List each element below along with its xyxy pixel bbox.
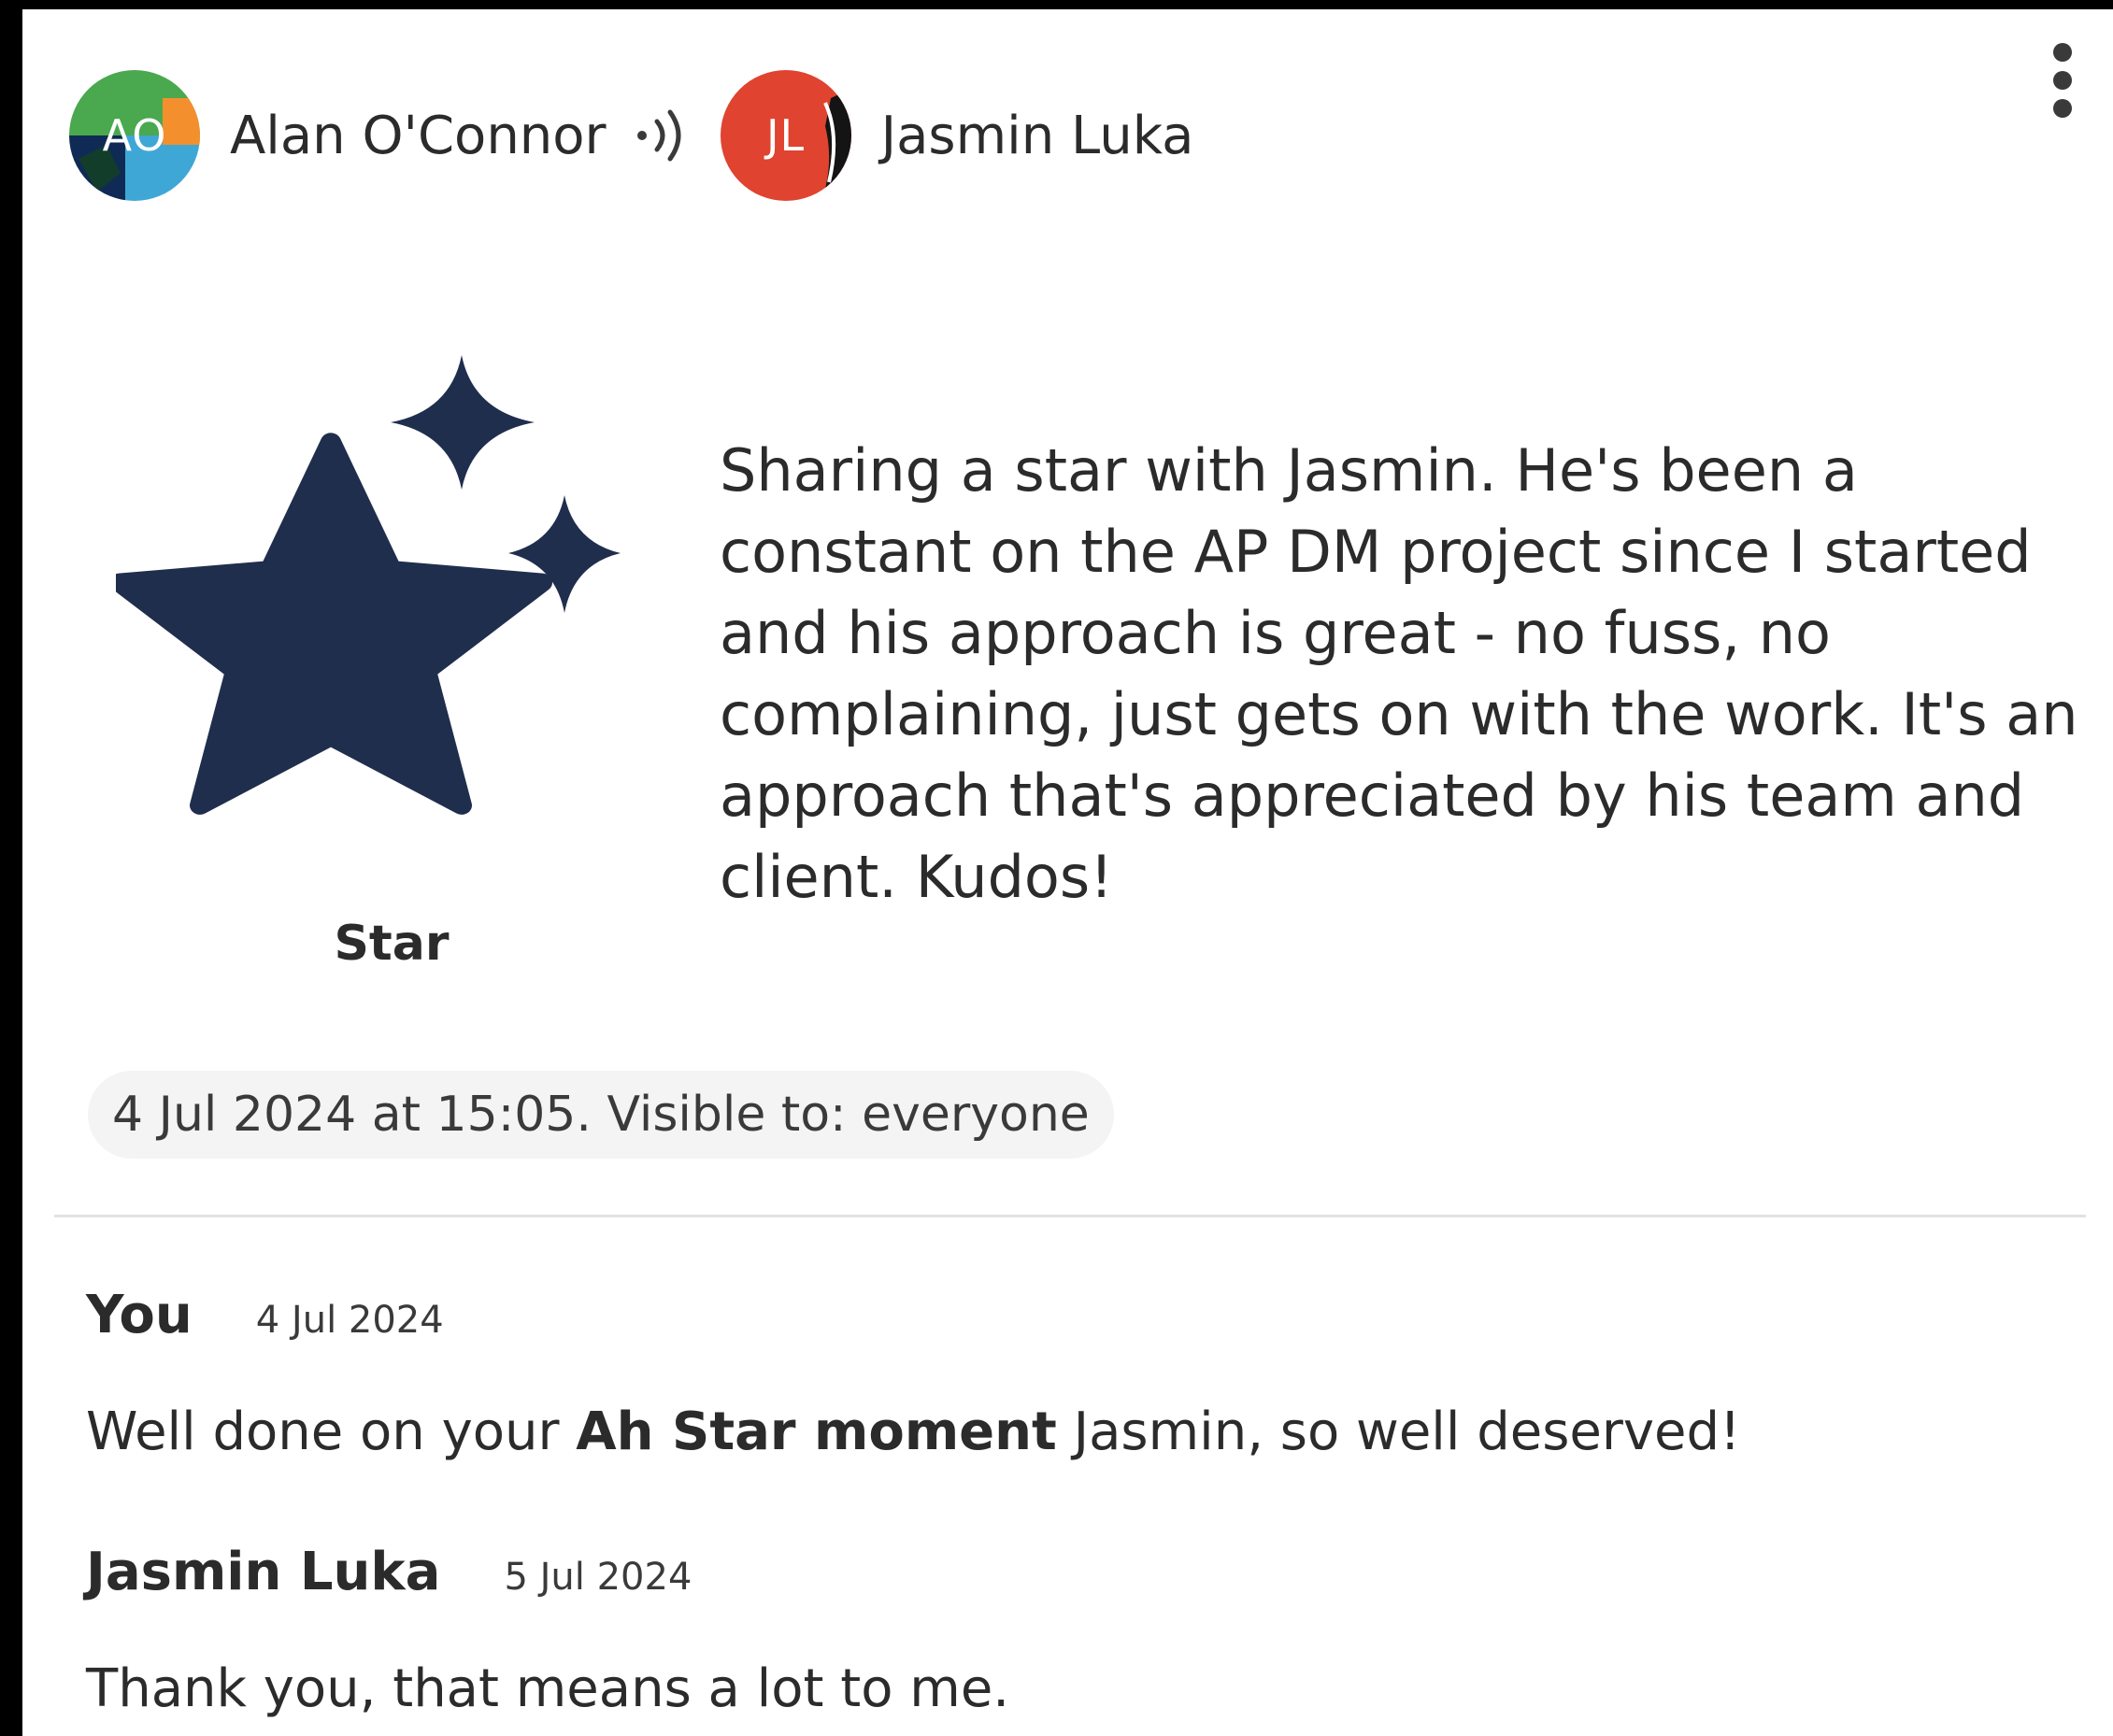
post-meta: 4 Jul 2024 at 15:05. Visible to: everyon… bbox=[88, 1071, 1114, 1159]
recognition-card: AO Alan O'Connor JL Jasmin Luka Star Sha… bbox=[22, 9, 2113, 1736]
comment-date: 4 Jul 2024 bbox=[255, 1299, 444, 1342]
sender-initials: AO bbox=[102, 110, 167, 161]
comment-header: Jasmin Luka 5 Jul 2024 bbox=[86, 1542, 692, 1602]
kebab-dot bbox=[2053, 99, 2072, 118]
badge-label: Star bbox=[334, 916, 450, 972]
sound-waves-icon bbox=[636, 109, 681, 162]
recipient-initials: JL bbox=[765, 110, 806, 161]
comment-text: Thank you, that means a lot to me. bbox=[86, 1658, 1010, 1719]
comment-text-part: Well done on your bbox=[86, 1402, 577, 1462]
comment-author[interactable]: You bbox=[86, 1285, 193, 1345]
sparkle-large bbox=[391, 355, 535, 490]
comment-header: You 4 Jul 2024 bbox=[86, 1285, 444, 1345]
big-star-shape bbox=[116, 433, 552, 815]
sender-name[interactable]: Alan O'Connor bbox=[230, 106, 607, 166]
star-sparkles-icon bbox=[116, 355, 621, 815]
comment-text-highlight: Ah Star moment bbox=[576, 1402, 1057, 1462]
recipient-avatar[interactable]: JL bbox=[720, 70, 851, 201]
kebab-dot bbox=[2053, 43, 2072, 62]
sender-avatar[interactable]: AO bbox=[69, 70, 200, 201]
comment-date: 5 Jul 2024 bbox=[504, 1556, 692, 1599]
kebab-dot bbox=[2053, 71, 2072, 90]
divider bbox=[54, 1215, 2086, 1217]
recipient-name[interactable]: Jasmin Luka bbox=[881, 106, 1194, 166]
comment-text: Well done on your Ah Star moment Jasmin,… bbox=[86, 1402, 1740, 1462]
post-header: AO Alan O'Connor JL Jasmin Luka bbox=[69, 65, 2069, 206]
more-vertical-icon[interactable] bbox=[2034, 43, 2091, 118]
comment-author[interactable]: Jasmin Luka bbox=[86, 1542, 440, 1602]
post-message: Sharing a star with Jasmin. He's been a … bbox=[720, 436, 2078, 911]
comment-text-part: Jasmin, so well deserved! bbox=[1056, 1402, 1741, 1462]
